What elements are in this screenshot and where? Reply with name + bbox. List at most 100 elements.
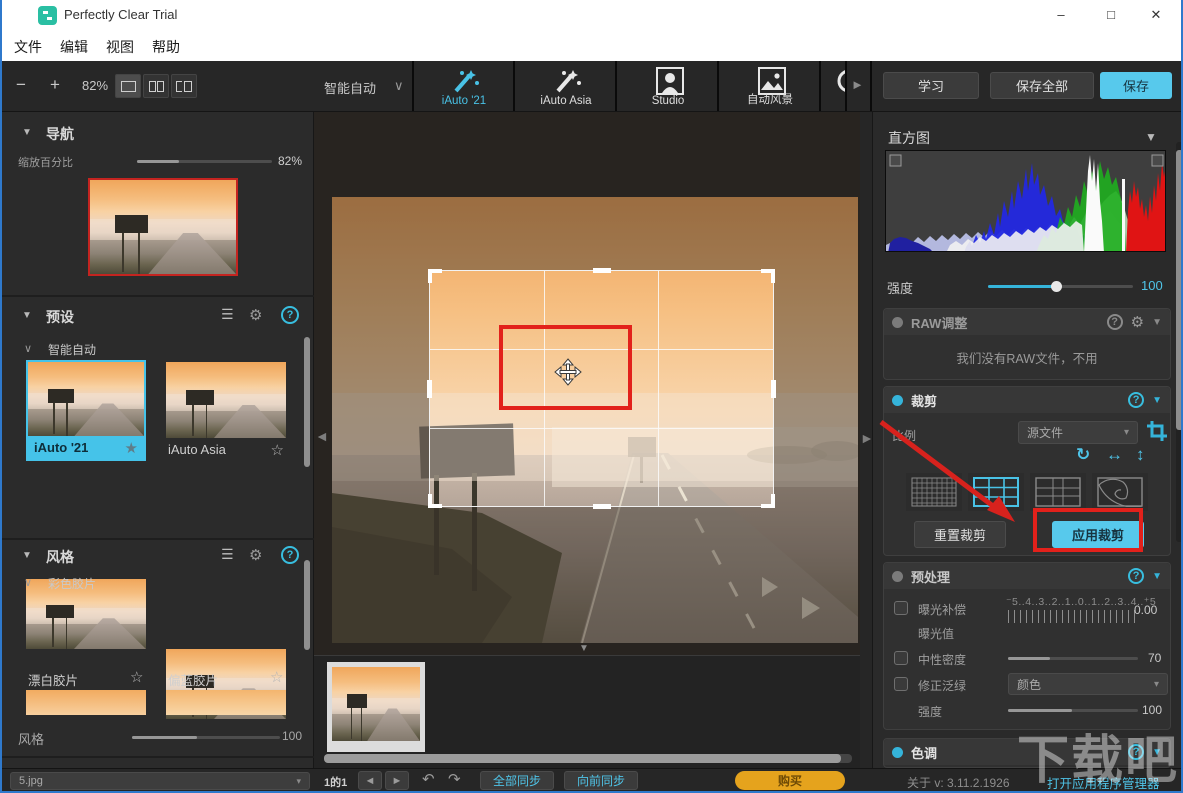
maximize-button[interactable]: □	[1096, 4, 1126, 26]
single-view-button[interactable]	[115, 74, 141, 98]
close-button[interactable]: ✕	[1141, 4, 1171, 26]
save-button[interactable]: 保存	[1100, 72, 1172, 99]
preset-iauto21[interactable]: iAuto '21 ★	[26, 360, 146, 461]
zoom-slider[interactable]	[137, 160, 272, 163]
grid-thirds-button[interactable]	[968, 473, 1024, 511]
preset-group-dropdown[interactable]: 智能自动	[324, 78, 376, 97]
collapse-icon[interactable]: ▼	[22, 550, 32, 561]
panel-scrollbar-thumb[interactable]	[1176, 150, 1183, 430]
sync-all-button[interactable]: 全部同步	[480, 771, 554, 790]
crop-tool-icon[interactable]	[1146, 420, 1168, 442]
look-thumb-partial[interactable]	[166, 690, 286, 715]
undo-icon[interactable]: ↶	[422, 770, 435, 788]
menu-view[interactable]: 视图	[106, 37, 134, 57]
crop-handle[interactable]	[593, 268, 611, 273]
star-icon[interactable]: ★	[125, 439, 138, 457]
tab-iauto21[interactable]: iAuto '21	[415, 61, 515, 111]
gear-icon[interactable]: ⚙	[249, 546, 262, 564]
section-enabled-dot[interactable]	[892, 747, 903, 758]
help-icon[interactable]: ?	[1128, 392, 1144, 408]
filmstrip-scrollbar-track[interactable]	[324, 754, 852, 763]
help-icon[interactable]: ?	[1128, 744, 1144, 760]
menu-edit[interactable]: 编辑	[60, 37, 88, 57]
gear-icon[interactable]: ⚙	[1131, 313, 1144, 331]
help-icon[interactable]: ?	[281, 546, 299, 564]
crop-handle[interactable]	[427, 380, 432, 398]
sync-forward-button[interactable]: 向前同步	[564, 771, 638, 790]
look-thumb-partial[interactable]	[26, 690, 146, 715]
crop-handle[interactable]	[771, 380, 776, 398]
tab-partial[interactable]	[823, 61, 847, 111]
flip-vertical-icon[interactable]: ↕	[1136, 445, 1145, 465]
grid-fine-button[interactable]	[906, 473, 962, 511]
collapse-icon[interactable]: ▼	[1152, 317, 1162, 328]
exposure-checkbox[interactable]	[894, 601, 908, 615]
chevron-down-icon[interactable]: ∨	[24, 342, 32, 355]
presets-scrollbar[interactable]	[304, 337, 310, 467]
collapse-icon[interactable]: ▼	[22, 310, 32, 321]
file-dropdown[interactable]: 5.jpg ▾	[10, 772, 310, 790]
filmstrip-selected-card[interactable]	[327, 662, 425, 752]
navigator-thumbnail[interactable]	[88, 178, 238, 276]
tab-scroll-right-icon[interactable]: ►	[851, 77, 864, 92]
tab-iauto-asia[interactable]: iAuto Asia	[517, 61, 617, 111]
pan-right-icon[interactable]: ►	[860, 430, 874, 446]
collapse-icon[interactable]: ▼	[1152, 571, 1162, 582]
preset-iauto-asia[interactable]: iAuto Asia ☆	[166, 362, 286, 461]
collapse-icon[interactable]: ▼	[1145, 130, 1157, 144]
star-outline-icon[interactable]: ☆	[271, 441, 284, 459]
compare-view-button[interactable]	[171, 74, 197, 98]
grid-golden-button[interactable]	[1030, 473, 1086, 511]
section-enabled-dot[interactable]	[892, 395, 903, 406]
filmstrip-collapse-icon[interactable]: ▼	[579, 643, 589, 654]
tint-checkbox[interactable]	[894, 677, 908, 691]
help-icon[interactable]: ?	[1128, 568, 1144, 584]
learn-button[interactable]: 学习	[883, 72, 979, 99]
exposure-ruler[interactable]	[1008, 610, 1140, 623]
redo-icon[interactable]: ↷	[448, 770, 461, 788]
gear-icon[interactable]: ⚙	[249, 306, 262, 324]
help-icon[interactable]: ?	[281, 306, 299, 324]
app-manager-link[interactable]: 打开应用程序管理器	[1047, 773, 1160, 792]
prev-image-button[interactable]: ◄	[358, 771, 382, 790]
rotate-icon[interactable]: ↻	[1076, 445, 1090, 465]
flip-horizontal-icon[interactable]: ↔	[1106, 445, 1123, 465]
preprocess-strength-slider[interactable]	[1008, 709, 1138, 712]
looks-scrollbar[interactable]	[304, 560, 310, 650]
buy-button[interactable]: 购买	[735, 771, 845, 790]
crop-handle[interactable]	[593, 504, 611, 509]
tab-studio[interactable]: Studio	[619, 61, 719, 111]
preprocess-strength-value: 100	[1142, 703, 1162, 717]
collapse-icon[interactable]: ▼	[1152, 395, 1162, 406]
section-enabled-dot[interactable]	[892, 317, 903, 328]
zoom-in-button[interactable]: +	[50, 75, 60, 95]
minimize-button[interactable]: –	[1046, 4, 1076, 26]
reset-crop-button[interactable]: 重置裁剪	[914, 521, 1006, 548]
list-view-icon[interactable]: ☰	[221, 546, 234, 563]
panel-scrollbar-track[interactable]	[1176, 142, 1183, 542]
look-strength-slider[interactable]	[132, 736, 280, 739]
menu-file[interactable]: 文件	[14, 37, 42, 57]
star-outline-icon[interactable]: ☆	[270, 668, 283, 686]
menu-help[interactable]: 帮助	[152, 37, 180, 57]
help-icon[interactable]: ?	[1107, 314, 1123, 330]
star-outline-icon[interactable]: ☆	[130, 668, 143, 686]
list-view-icon[interactable]: ☰	[221, 306, 234, 323]
nd-slider[interactable]	[1008, 657, 1138, 660]
chevron-down-icon[interactable]: ∨	[24, 576, 32, 589]
section-enabled-dot[interactable]	[892, 571, 903, 582]
zoom-out-button[interactable]: −	[16, 75, 26, 95]
collapse-icon[interactable]: ▼	[22, 127, 32, 138]
ratio-dropdown[interactable]: 源文件 ▾	[1018, 421, 1138, 444]
grid-spiral-button[interactable]	[1092, 473, 1148, 511]
next-image-button[interactable]: ►	[385, 771, 409, 790]
split-view-button[interactable]	[143, 74, 169, 98]
save-all-button[interactable]: 保存全部	[990, 72, 1094, 99]
collapse-icon[interactable]: ▼	[1152, 747, 1162, 758]
tab-auto-landscape[interactable]: 自动风景	[721, 61, 821, 111]
nd-checkbox[interactable]	[894, 651, 908, 665]
pan-left-icon[interactable]: ◄	[315, 428, 329, 444]
strength-slider[interactable]	[988, 285, 1133, 288]
tint-dropdown[interactable]: 颜色 ▾	[1008, 673, 1168, 695]
filmstrip-scrollbar-thumb[interactable]	[324, 754, 841, 763]
